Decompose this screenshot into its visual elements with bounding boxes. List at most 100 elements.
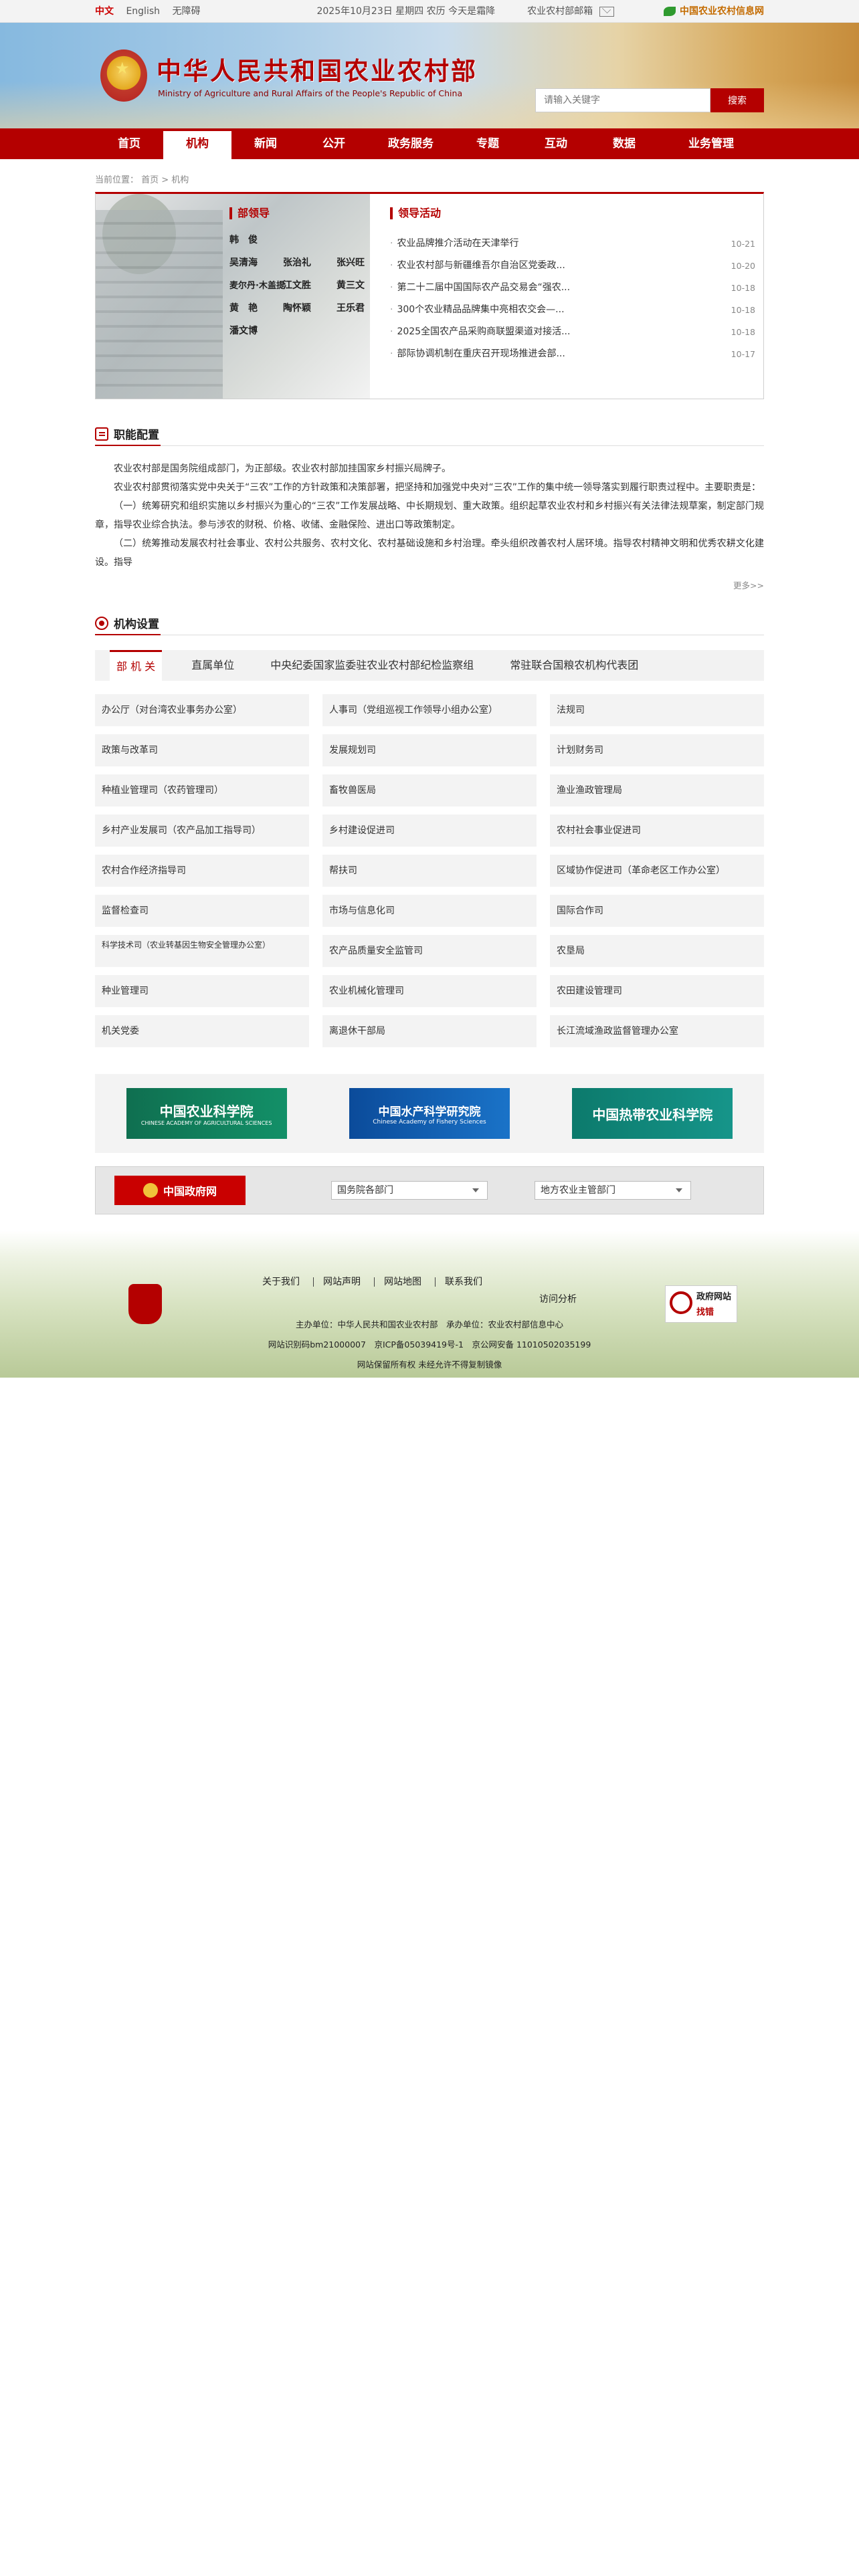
unit-link[interactable]: 政策与改革司	[95, 734, 309, 766]
duty-paragraph: （一）统筹研究和组织实施以乡村振兴为重心的“三农”工作发展战略、中长期规划、重大…	[95, 501, 764, 530]
unit-link[interactable]: 农产品质量安全监管司	[322, 935, 537, 967]
lang-chinese-link[interactable]: 中文	[95, 6, 114, 17]
nav-gov-services[interactable]: 政务服务	[368, 128, 454, 159]
list-item[interactable]: · 300个农业精品品牌集中亮相农交会—... 10-18	[390, 299, 755, 321]
footer-registration: 网站识别码bm21000007 京ICP备05039419号-1 京公网安备 1…	[268, 1339, 591, 1350]
unit-link[interactable]: 市场与信息化司	[322, 895, 537, 927]
leader-name[interactable]: 潘文博	[229, 324, 283, 337]
activity-title[interactable]: 2025全国农产品采购商联盟渠道对接活...	[397, 321, 724, 343]
unit-link[interactable]: 计划财务司	[550, 734, 764, 766]
leader-name[interactable]: 韩 俊	[229, 233, 283, 246]
agri-info-net-link[interactable]: 中国农业农村信息网	[664, 0, 764, 23]
duty-paragraph: 农业农村部贯彻落实党中央关于“三农”工作的方针政策和决策部署，把坚持和加强党中央…	[114, 482, 761, 493]
more-link[interactable]: 更多>>	[95, 578, 764, 591]
unit-link[interactable]: 种植业管理司（农药管理司）	[95, 774, 309, 807]
bullet-icon: ·	[390, 260, 393, 271]
unit-link[interactable]: 帮扶司	[322, 855, 537, 887]
activity-date: 10-21	[731, 239, 755, 249]
activity-title[interactable]: 第二十二届中国国际农产品交易会“强农...	[397, 277, 724, 299]
cafs-logo-link[interactable]: 中国水产科学研究院 Chinese Academy of Fishery Scie…	[349, 1088, 510, 1139]
footer-link-contact[interactable]: 联系我们	[445, 1277, 496, 1287]
unit-link[interactable]: 农田建设管理司	[550, 975, 764, 1007]
unit-link[interactable]: 农村社会事业促进司	[550, 815, 764, 847]
footer-links: 关于我们 网站声明 网站地图 联系我们	[262, 1277, 505, 1287]
unit-link[interactable]: 畜牧兽医局	[322, 774, 537, 807]
unit-link[interactable]: 区域协作促进司（革命老区工作办公室）	[550, 855, 764, 887]
list-item[interactable]: · 2025全国农产品采购商联盟渠道对接活... 10-18	[390, 321, 755, 343]
list-item[interactable]: · 第二十二届中国国际农产品交易会“强农... 10-18	[390, 277, 755, 299]
leader-name[interactable]: 张治礼	[283, 255, 337, 269]
nav-home[interactable]: 首页	[95, 128, 163, 159]
unit-grid: 办公厅（对台湾农业事务办公室） 人事司（党组巡视工作领导小组办公室） 法规司 政…	[95, 694, 764, 1047]
unit-link[interactable]: 科学技术司（农业转基因生物安全管理办公室）	[95, 935, 309, 967]
unit-link[interactable]: 离退休干部局	[322, 1015, 537, 1047]
search-input[interactable]	[535, 88, 710, 112]
breadcrumb: 当前位置： 首页 > 机构	[95, 175, 189, 185]
tab-un-mission[interactable]: 常驻联合国粮农机构代表团	[503, 650, 645, 681]
leader-name[interactable]: 麦尔丹·木盖提	[229, 278, 285, 292]
leader-name[interactable]: 江文胜	[283, 278, 337, 292]
bullet-icon: ·	[390, 326, 393, 337]
nav-business-mgmt[interactable]: 业务管理	[658, 128, 764, 159]
lang-english-link[interactable]: English	[126, 6, 160, 17]
unit-link[interactable]: 农村合作经济指导司	[95, 855, 309, 887]
activity-title[interactable]: 部际协调机制在重庆召开现场推进会部...	[397, 343, 724, 365]
unit-link[interactable]: 发展规划司	[322, 734, 537, 766]
nav-organization[interactable]: 机构	[163, 128, 231, 159]
ministry-mail-link[interactable]: 农业农村部邮箱	[527, 0, 615, 23]
catas-logo-link[interactable]: 中国热带农业科学院	[572, 1088, 733, 1139]
unit-link[interactable]: 办公厅（对台湾农业事务办公室）	[95, 694, 309, 726]
document-icon	[95, 427, 108, 441]
nav-news[interactable]: 新闻	[231, 128, 300, 159]
leader-name[interactable]: 吴清海	[229, 255, 283, 269]
list-item[interactable]: · 部际协调机制在重庆召开现场推进会部... 10-17	[390, 343, 755, 365]
unit-link[interactable]: 监督检查司	[95, 895, 309, 927]
footer-link-visit-analysis[interactable]: 访问分析	[539, 1292, 577, 1305]
unit-link[interactable]: 乡村建设促进司	[322, 815, 537, 847]
duty-section-header: 职能配置	[95, 422, 764, 446]
leader-name[interactable]: 黄 艳	[229, 301, 283, 314]
leader-names: 韩 俊 吴清海 张治礼 张兴旺 麦尔丹·木盖提 江文胜 黄三文 黄 艳 陶怀颖 …	[229, 233, 370, 337]
activity-date: 10-18	[731, 305, 755, 315]
activity-date: 10-18	[731, 283, 755, 293]
footer-link-about[interactable]: 关于我们	[262, 1277, 314, 1287]
tab-discipline-inspection[interactable]: 中央纪委国家监委驻农业农村部纪检监察组	[264, 650, 480, 681]
footer-link-statement[interactable]: 网站声明	[323, 1277, 375, 1287]
leader-name[interactable]: 陶怀颖	[283, 301, 337, 314]
unit-link[interactable]: 国际合作司	[550, 895, 764, 927]
accessibility-link[interactable]: 无障碍	[172, 6, 200, 17]
unit-link[interactable]: 人事司（党组巡视工作领导小组办公室）	[322, 694, 537, 726]
nav-topics[interactable]: 专题	[454, 128, 522, 159]
activity-title[interactable]: 300个农业精品品牌集中亮相农交会—...	[397, 299, 724, 321]
unit-link[interactable]: 机关党委	[95, 1015, 309, 1047]
envelope-icon	[599, 6, 615, 17]
ministry-building-photo: 部领导 韩 俊 吴清海 张治礼 张兴旺 麦尔丹·木盖提 江文胜 黄三文 黄 艳 …	[96, 194, 370, 399]
activity-title[interactable]: 农业农村部与新疆维吾尔自治区党委政...	[397, 255, 724, 277]
nav-data[interactable]: 数据	[590, 128, 658, 159]
unit-link[interactable]: 种业管理司	[95, 975, 309, 1007]
unit-link[interactable]: 农业机械化管理司	[322, 975, 537, 1007]
footer-link-sitemap[interactable]: 网站地图	[384, 1277, 436, 1287]
caas-logo-link[interactable]: 中国农业科学院 CHINESE ACADEMY OF AGRICULTURAL S…	[126, 1088, 287, 1139]
unit-link[interactable]: 农垦局	[550, 935, 764, 967]
unit-link[interactable]: 长江流域渔政监督管理办公室	[550, 1015, 764, 1047]
nav-public[interactable]: 公开	[300, 128, 368, 159]
local-agri-depts-select[interactable]: 地方农业主管部门	[535, 1181, 691, 1200]
list-item[interactable]: · 农业农村部与新疆维吾尔自治区党委政... 10-20	[390, 255, 755, 277]
leader-name[interactable]: 张兴旺	[337, 255, 370, 269]
report-error-sub: 找错	[696, 1307, 714, 1317]
tab-ministry-departments[interactable]: 部 机 关	[110, 650, 163, 681]
leader-name[interactable]: 王乐君	[337, 301, 370, 314]
site-title: 中华人民共和国农业农村部	[157, 56, 478, 86]
nav-interaction[interactable]: 互动	[522, 128, 590, 159]
unit-link[interactable]: 乡村产业发展司（农产品加工指导司）	[95, 815, 309, 847]
search-button[interactable]: 搜索	[710, 88, 764, 112]
list-item[interactable]: · 农业品牌推介活动在天津举行 10-21	[390, 233, 755, 255]
gov-portal-link[interactable]: 中国政府网	[114, 1176, 246, 1205]
tab-affiliated-units[interactable]: 直属单位	[185, 650, 241, 681]
leader-name[interactable]: 黄三文	[337, 278, 370, 292]
unit-link[interactable]: 渔业渔政管理局	[550, 774, 764, 807]
state-council-depts-select[interactable]: 国务院各部门	[331, 1181, 488, 1200]
unit-link[interactable]: 法规司	[550, 694, 764, 726]
activity-title[interactable]: 农业品牌推介活动在天津举行	[397, 233, 724, 255]
